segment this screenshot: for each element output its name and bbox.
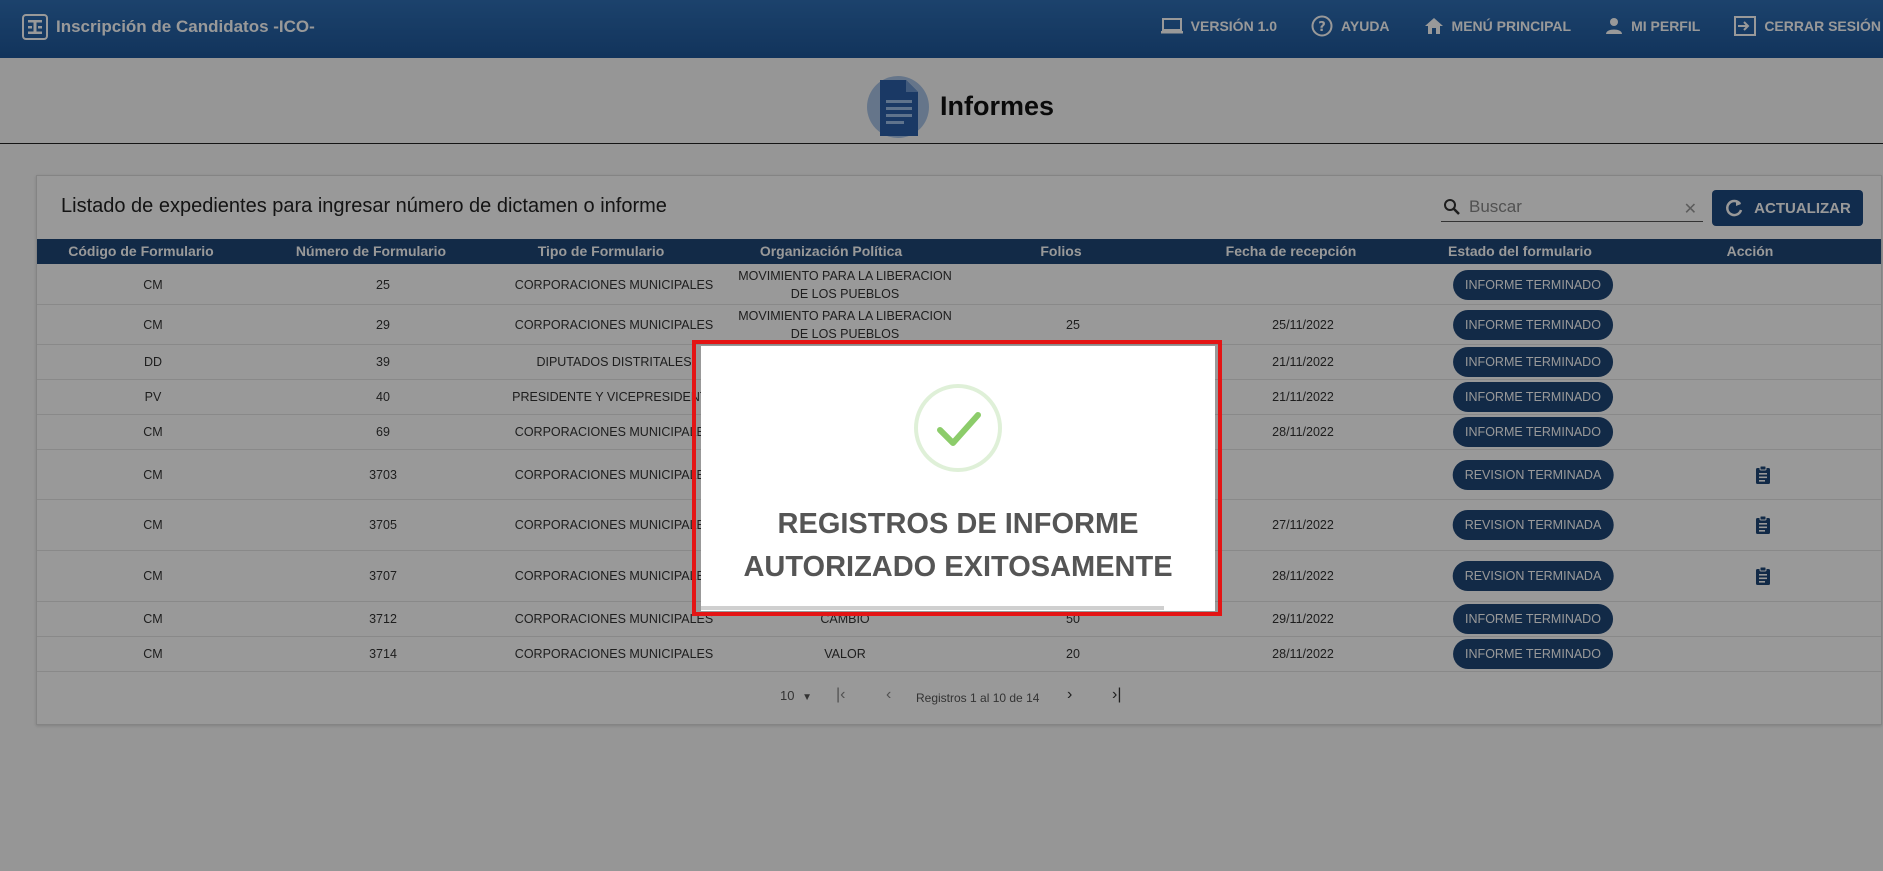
success-check <box>914 384 1002 472</box>
check-icon <box>937 412 981 446</box>
modal-message-line1: REGISTROS DE INFORME <box>777 508 1139 540</box>
modal-timer-bar <box>701 606 1164 610</box>
modal-message-line2: AUTORIZADO EXITOSAMENTE <box>743 551 1173 583</box>
modal-message: REGISTROS DE INFORME AUTORIZADO EXITOSAM… <box>701 503 1215 589</box>
